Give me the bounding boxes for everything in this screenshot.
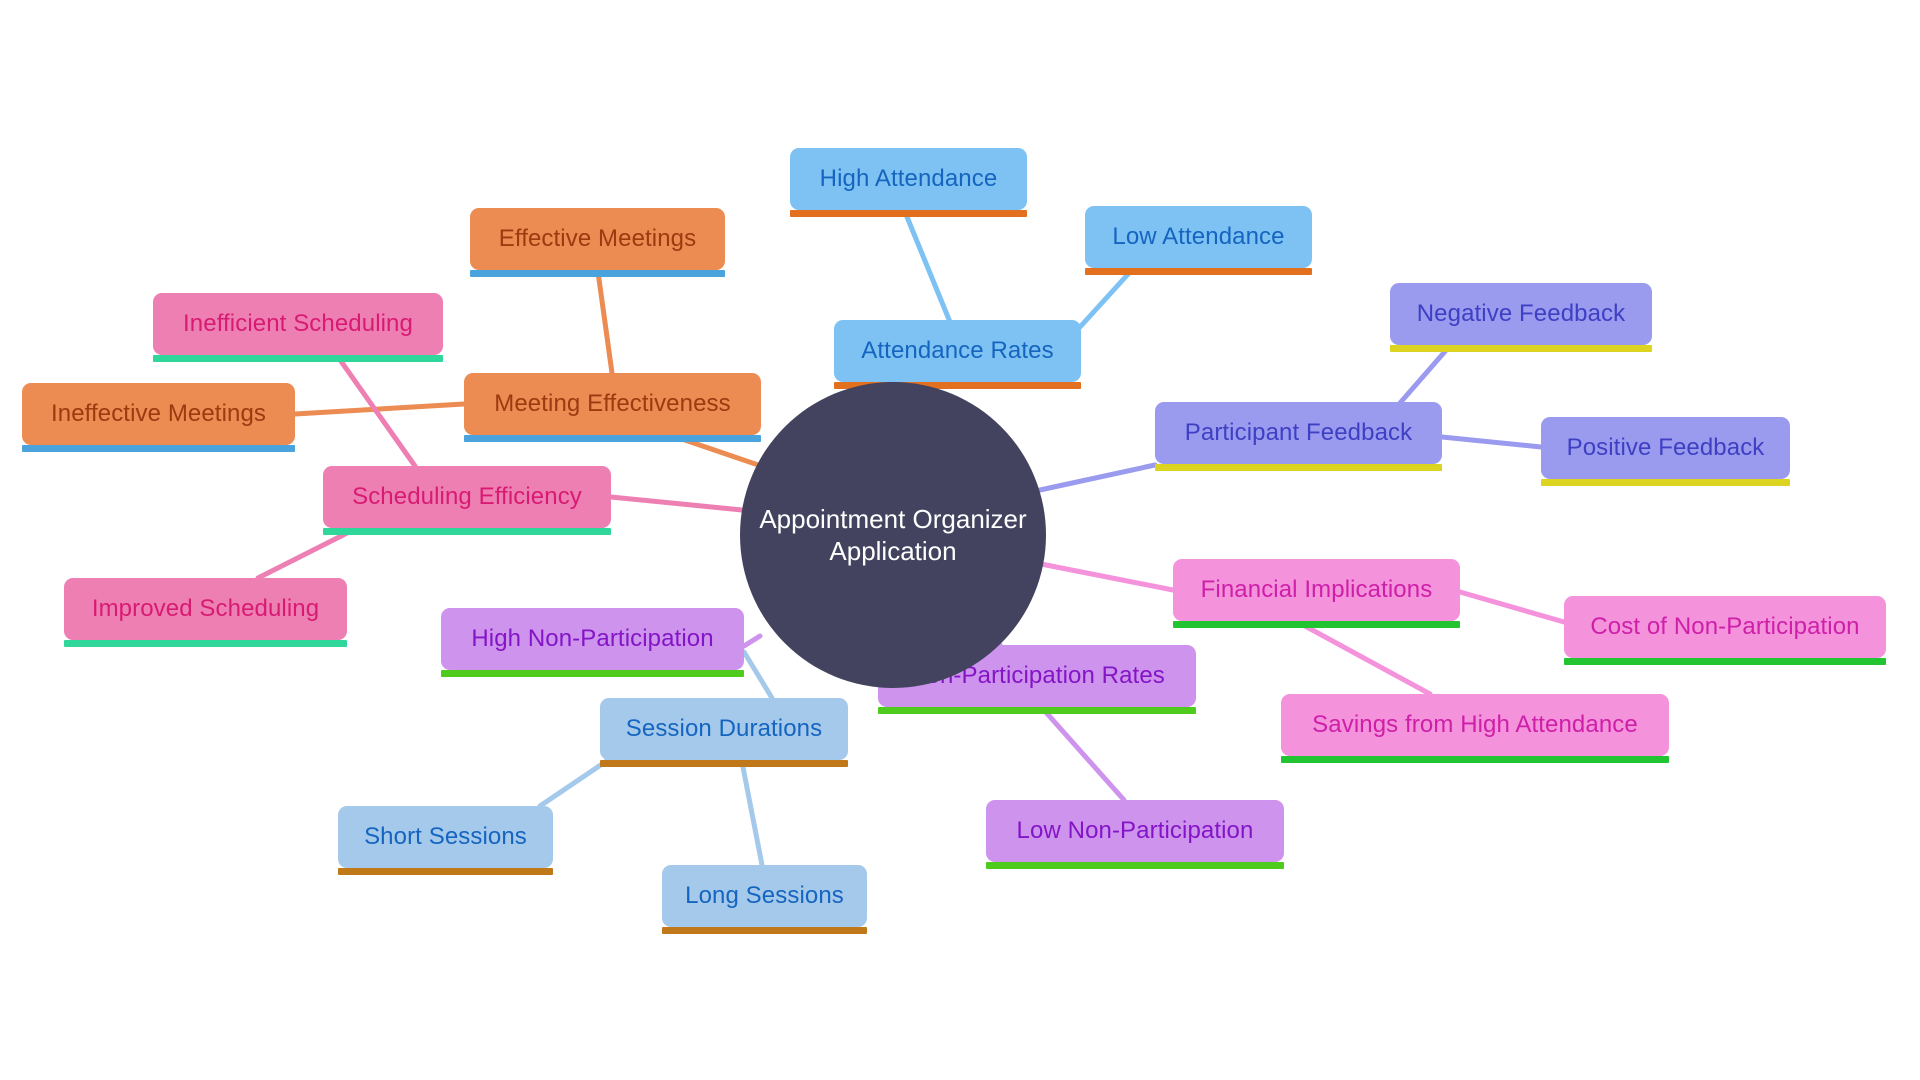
node-label-financial_implications: Financial Implications (1200, 576, 1433, 604)
node-underline-short_sessions (338, 868, 553, 875)
node-underline-positive_feedback (1541, 479, 1790, 486)
node-underline-low_attendance (1085, 268, 1312, 275)
node-label-low_attendance: Low Attendance (1112, 223, 1285, 251)
center-node[interactable]: Appointment Organizer Application (740, 382, 1046, 688)
node-underline-high_attendance (790, 210, 1027, 217)
node-negative_feedback[interactable]: Negative Feedback (1390, 283, 1652, 352)
center-node-label-line2: Application (829, 536, 957, 566)
node-label-participant_feedback: Participant Feedback (1184, 419, 1413, 447)
node-label-scheduling_efficiency: Scheduling Efficiency (352, 483, 582, 511)
node-underline-ineffective_meetings (22, 445, 295, 452)
edge-center-to-participant_feedback (1037, 462, 1158, 493)
edge-meeting_effectiveness-to-effective_meetings (595, 269, 615, 376)
node-underline-cost_non_participation (1564, 658, 1886, 665)
node-improved_scheduling[interactable]: Improved Scheduling (64, 578, 347, 647)
node-underline-low_non_participation (986, 862, 1284, 869)
center-node-label-line1: Appointment Organizer (759, 503, 1027, 534)
node-ineffective_meetings[interactable]: Ineffective Meetings (22, 383, 295, 452)
node-label-ineffective_meetings: Ineffective Meetings (50, 400, 266, 428)
node-underline-meeting_effectiveness (464, 435, 761, 442)
edge-non_participation_rates-to-low_non_participation (1040, 706, 1127, 803)
node-short_sessions[interactable]: Short Sessions (338, 806, 553, 875)
node-underline-session_durations (600, 760, 848, 767)
edge-attendance_rates-to-low_attendance (1077, 269, 1133, 330)
node-label-effective_meetings: Effective Meetings (498, 225, 697, 253)
edge-scheduling_efficiency-to-inefficient_scheduling (335, 354, 418, 469)
node-underline-savings_high_att (1281, 756, 1669, 763)
node-label-negative_feedback: Negative Feedback (1416, 300, 1626, 328)
edge-scheduling_efficiency-to-improved_scheduling (255, 527, 356, 581)
edge-session_durations-to-long_sessions (739, 759, 765, 868)
node-cost_non_participation[interactable]: Cost of Non-Participation (1564, 596, 1886, 665)
node-label-high_attendance: High Attendance (819, 165, 998, 193)
edge-participant_feedback-to-negative_feedback (1397, 345, 1451, 406)
node-underline-negative_feedback (1390, 345, 1652, 352)
node-label-inefficient_scheduling: Inefficient Scheduling (183, 310, 413, 338)
mindmap-canvas: High Attendance Low Attendance Attendance … (0, 0, 1920, 1080)
node-label-meeting_effectiveness: Meeting Effectiveness (494, 390, 731, 418)
edge-center-to-meeting_effectiveness (676, 435, 767, 470)
node-underline-long_sessions (662, 927, 867, 934)
node-label-positive_feedback: Positive Feedback (1566, 434, 1765, 462)
node-long_sessions[interactable]: Long Sessions (662, 865, 867, 934)
node-meeting_effectiveness[interactable]: Meeting Effectiveness (464, 373, 761, 442)
node-underline-effective_meetings (470, 270, 725, 277)
node-session_durations[interactable]: Session Durations (600, 698, 848, 767)
node-high_non_participation[interactable]: High Non-Participation (441, 608, 744, 677)
edge-high_non_participation-to-session_durations (741, 649, 775, 701)
node-underline-inefficient_scheduling (153, 355, 443, 362)
node-label-savings_high_att: Savings from High Attendance (1312, 711, 1638, 739)
edge-meeting_effectiveness-to-ineffective_meetings (292, 401, 467, 417)
node-underline-improved_scheduling (64, 640, 347, 647)
node-underline-scheduling_efficiency (323, 528, 611, 535)
node-label-low_non_participation: Low Non-Participation (1016, 817, 1254, 845)
node-high_attendance[interactable]: High Attendance (790, 148, 1027, 217)
node-label-high_non_participation: High Non-Participation (471, 625, 714, 653)
node-underline-participant_feedback (1155, 464, 1442, 471)
node-attendance_rates[interactable]: Attendance Rates (834, 320, 1081, 389)
edge-session_durations-to-short_sessions (537, 757, 611, 809)
node-label-long_sessions: Long Sessions (685, 882, 844, 910)
edge-financial_implications-to-savings_high_att (1302, 623, 1433, 697)
node-positive_feedback[interactable]: Positive Feedback (1541, 417, 1790, 486)
edge-center-to-financial_implications (1033, 560, 1176, 593)
node-underline-non_participation_rates (878, 707, 1196, 714)
node-inefficient_scheduling[interactable]: Inefficient Scheduling (153, 293, 443, 362)
node-savings_high_att[interactable]: Savings from High Attendance (1281, 694, 1669, 763)
edge-center-to-scheduling_efficiency (608, 494, 745, 513)
node-scheduling_efficiency[interactable]: Scheduling Efficiency (323, 466, 611, 535)
node-underline-financial_implications (1173, 621, 1460, 628)
edge-financial_implications-to-cost_non_participation (1457, 589, 1567, 625)
node-label-short_sessions: Short Sessions (364, 823, 527, 851)
node-low_attendance[interactable]: Low Attendance (1085, 206, 1312, 275)
node-financial_implications[interactable]: Financial Implications (1173, 559, 1460, 628)
edge-participant_feedback-to-positive_feedback (1439, 434, 1544, 450)
node-underline-high_non_participation (441, 670, 744, 677)
node-effective_meetings[interactable]: Effective Meetings (470, 208, 725, 277)
node-label-improved_scheduling: Improved Scheduling (91, 595, 320, 623)
edge-center-to-high_non_participation (741, 633, 763, 649)
edge-attendance_rates-to-high_attendance (902, 209, 953, 325)
node-label-attendance_rates: Attendance Rates (861, 337, 1054, 365)
node-participant_feedback[interactable]: Participant Feedback (1155, 402, 1442, 471)
node-low_non_participation[interactable]: Low Non-Participation (986, 800, 1284, 869)
node-label-session_durations: Session Durations (625, 715, 823, 743)
node-label-cost_non_participation: Cost of Non-Participation (1590, 613, 1860, 641)
